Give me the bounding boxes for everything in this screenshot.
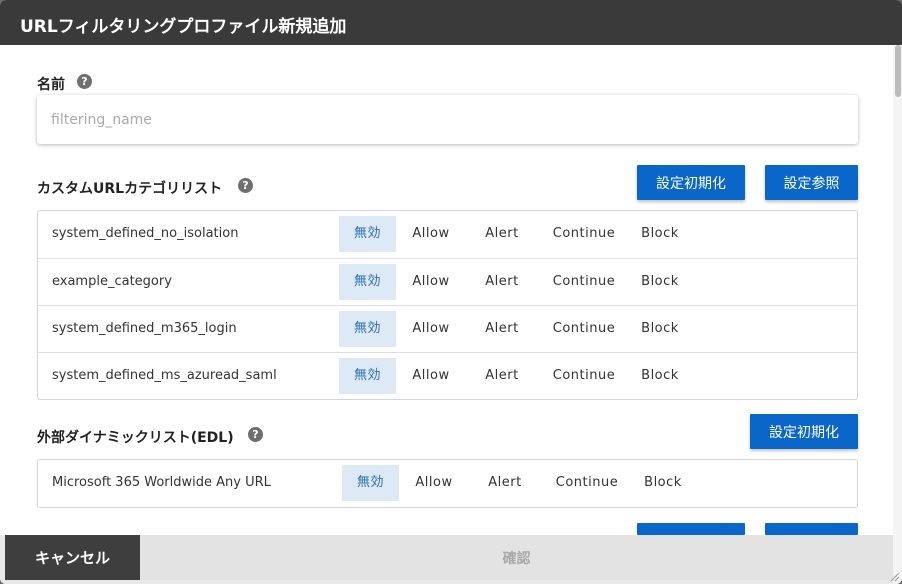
option-block-button[interactable]: Block	[633, 465, 693, 501]
profile-name-input[interactable]	[37, 95, 858, 144]
option-disabled-selected-button[interactable]: 無効	[342, 465, 399, 501]
option-alert-button[interactable]: Alert	[466, 216, 538, 252]
edl-table: Microsoft 365 Worldwide Any URL 無効 Allow Al…	[37, 459, 858, 508]
dialog-title: URLフィルタリングプロファイル新規追加	[0, 0, 902, 45]
table-row: system_defined_no_isolation 無効 Allow Alert C…	[38, 211, 857, 258]
category-name: system_defined_ms_azuread_saml	[52, 368, 277, 383]
custom-url-category-label: カスタムURLカテゴリリスト	[37, 181, 223, 197]
custom-url-help-icon[interactable]: ?	[238, 178, 253, 193]
option-alert-button[interactable]: Alert	[466, 358, 538, 394]
table-row: system_defined_m365_login 無効 Allow Alert Con…	[38, 305, 857, 352]
name-label: 名前	[37, 77, 65, 93]
custom-url-reset-button[interactable]: 設定初期化	[637, 165, 745, 200]
dialog-content[interactable]: 名前 ? カスタムURLカテゴリリスト ? 設定初期化 設定参照 system_…	[0, 45, 893, 535]
category-name: example_category	[52, 274, 172, 289]
option-continue-button[interactable]: Continue	[538, 358, 630, 394]
table-row: system_defined_ms_azuread_saml 無効 Allow Ale…	[38, 352, 857, 399]
name-help-icon[interactable]: ?	[77, 74, 92, 89]
option-continue-button[interactable]: Continue	[538, 264, 630, 300]
resize-handle-icon[interactable]	[888, 570, 900, 582]
table-row: example_category 無効 Allow Alert Continue Bloc…	[38, 258, 857, 305]
option-continue-button[interactable]: Continue	[538, 216, 630, 252]
cancel-button[interactable]: キャンセル	[5, 535, 140, 580]
scrollbar-thumb[interactable]	[895, 45, 901, 97]
option-continue-button[interactable]: Continue	[541, 465, 633, 501]
next-section-reset-button[interactable]	[637, 523, 745, 535]
confirm-button[interactable]: 確認	[140, 535, 893, 580]
option-disabled-selected-button[interactable]: 無効	[339, 216, 396, 252]
option-allow-button[interactable]: Allow	[395, 216, 467, 252]
custom-url-category-table: system_defined_no_isolation 無効 Allow Alert C…	[37, 210, 858, 400]
option-alert-button[interactable]: Alert	[469, 465, 541, 501]
category-name: Microsoft 365 Worldwide Any URL	[52, 475, 271, 490]
scrollbar-track[interactable]	[893, 45, 902, 584]
option-block-button[interactable]: Block	[630, 311, 690, 347]
category-name: system_defined_m365_login	[52, 321, 237, 336]
option-continue-button[interactable]: Continue	[538, 311, 630, 347]
edl-help-icon[interactable]: ?	[248, 427, 263, 442]
edl-reset-button[interactable]: 設定初期化	[750, 414, 858, 449]
option-block-button[interactable]: Block	[630, 358, 690, 394]
add-url-filtering-profile-dialog: URLフィルタリングプロファイル新規追加 名前 ? カスタムURLカテゴリリスト…	[0, 0, 902, 584]
next-section-reference-button[interactable]	[765, 523, 858, 535]
option-allow-button[interactable]: Allow	[398, 465, 470, 501]
option-allow-button[interactable]: Allow	[395, 358, 467, 394]
option-block-button[interactable]: Block	[630, 264, 690, 300]
table-row: Microsoft 365 Worldwide Any URL 無効 Allow Al…	[38, 460, 857, 507]
option-allow-button[interactable]: Allow	[395, 311, 467, 347]
option-alert-button[interactable]: Alert	[466, 311, 538, 347]
option-block-button[interactable]: Block	[630, 216, 690, 252]
option-disabled-selected-button[interactable]: 無効	[339, 264, 396, 300]
option-disabled-selected-button[interactable]: 無効	[339, 358, 396, 394]
edl-label: 外部ダイナミックリスト(EDL)	[37, 430, 234, 446]
option-alert-button[interactable]: Alert	[466, 264, 538, 300]
option-disabled-selected-button[interactable]: 無効	[339, 311, 396, 347]
option-allow-button[interactable]: Allow	[395, 264, 467, 300]
custom-url-reference-button[interactable]: 設定参照	[765, 165, 858, 200]
category-name: system_defined_no_isolation	[52, 226, 239, 241]
